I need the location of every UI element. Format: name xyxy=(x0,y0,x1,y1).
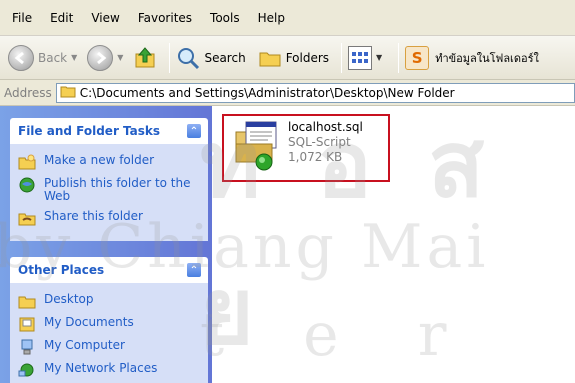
views-button[interactable]: ▼ xyxy=(348,42,386,74)
file-type: SQL-Script xyxy=(288,135,351,149)
place-my-computer[interactable]: My Computer xyxy=(18,339,200,355)
search-icon xyxy=(176,46,200,70)
file-folder-tasks-body: Make a new folder Publish this folder to… xyxy=(10,144,208,241)
task-label: Make a new folder xyxy=(44,153,155,167)
other-places-body: Desktop My Documents My Computer My Netw… xyxy=(10,283,208,383)
place-desktop[interactable]: Desktop xyxy=(18,293,200,309)
forward-dropdown-icon[interactable]: ▼ xyxy=(117,53,123,62)
task-publish-web[interactable]: Publish this folder to the Web xyxy=(18,177,200,203)
menu-view[interactable]: View xyxy=(83,11,129,25)
my-computer-icon xyxy=(18,339,36,355)
place-label: Desktop xyxy=(44,292,94,306)
folders-label: Folders xyxy=(285,50,330,65)
back-arrow-icon xyxy=(8,44,34,71)
folders-button[interactable]: Folders xyxy=(258,42,329,74)
collapse-icon[interactable]: ⌃ xyxy=(186,262,202,278)
other-places-panel: Other Places ⌃ Desktop My Documents My C… xyxy=(10,257,208,383)
folders-icon xyxy=(258,46,282,70)
address-bar: Address C:\Documents and Settings\Admini… xyxy=(0,80,575,106)
menu-favorites[interactable]: Favorites xyxy=(130,11,202,25)
up-folder-button[interactable] xyxy=(133,42,157,74)
menu-edit[interactable]: Edit xyxy=(42,11,83,25)
file-folder-tasks-header[interactable]: File and Folder Tasks ⌃ xyxy=(10,118,208,144)
new-folder-icon xyxy=(18,154,36,170)
task-pane: File and Folder Tasks ⌃ Make a new folde… xyxy=(0,106,212,383)
address-label: Address xyxy=(4,85,52,100)
back-button[interactable]: Back ▼ xyxy=(8,42,81,74)
network-places-icon xyxy=(18,362,36,378)
search-button[interactable]: Search xyxy=(176,42,246,74)
back-dropdown-icon[interactable]: ▼ xyxy=(71,53,77,62)
up-folder-icon xyxy=(133,46,157,70)
address-folder-icon xyxy=(60,84,76,101)
share-folder-icon xyxy=(18,210,36,226)
place-label: My Network Places xyxy=(44,361,158,375)
other-places-header[interactable]: Other Places ⌃ xyxy=(10,257,208,283)
menu-help[interactable]: Help xyxy=(250,11,295,25)
place-label: My Computer xyxy=(44,338,125,352)
menu-bar: File Edit View Favorites Tools Help xyxy=(0,0,575,36)
menu-file[interactable]: File xyxy=(4,11,42,25)
task-label: Share this folder xyxy=(44,209,143,223)
task-make-new-folder[interactable]: Make a new folder xyxy=(18,154,200,170)
views-dropdown-icon[interactable]: ▼ xyxy=(376,53,382,62)
place-my-documents[interactable]: My Documents xyxy=(18,316,200,332)
collapse-icon[interactable]: ⌃ xyxy=(186,123,202,139)
file-size: 1,072 KB xyxy=(288,150,343,164)
other-places-title: Other Places xyxy=(18,263,105,277)
place-label: My Documents xyxy=(44,315,134,329)
address-input[interactable]: C:\Documents and Settings\Administrator\… xyxy=(55,82,575,103)
file-folder-tasks-title: File and Folder Tasks xyxy=(18,124,161,138)
file-folder-tasks-panel: File and Folder Tasks ⌃ Make a new folde… xyxy=(10,118,208,241)
address-path: C:\Documents and Settings\Administrator\… xyxy=(79,85,455,100)
forward-arrow-icon xyxy=(87,44,114,71)
s-app-icon: S xyxy=(405,45,430,70)
task-label: Publish this folder to the Web xyxy=(44,176,191,203)
toolbar-separator-3 xyxy=(398,42,400,73)
forward-button[interactable]: ▼ xyxy=(87,42,127,74)
publish-web-icon xyxy=(18,177,36,193)
toolbar-separator-2 xyxy=(341,42,343,73)
file-item-localhost-sql[interactable]: localhost.sql SQL-Script 1,072 KB xyxy=(222,114,390,182)
thai-extra-button[interactable]: S ทำข้อมูลในโฟลเดอร์ใ xyxy=(405,42,539,74)
menu-tools[interactable]: Tools xyxy=(202,11,250,25)
task-share-folder[interactable]: Share this folder xyxy=(18,210,200,226)
thai-extra-label: ทำข้อมูลในโฟลเดอร์ใ xyxy=(435,51,539,65)
views-icon xyxy=(348,45,373,70)
file-list-area[interactable]: localhost.sql SQL-Script 1,072 KB xyxy=(212,106,575,383)
back-label: Back xyxy=(38,50,68,65)
toolbar-separator xyxy=(169,42,171,73)
file-meta: localhost.sql SQL-Script 1,072 KB xyxy=(288,120,363,165)
toolbar: Back ▼ ▼ Search Folders ▼ S ทำข้อมูลในโฟ… xyxy=(0,36,575,80)
file-name: localhost.sql xyxy=(288,120,363,134)
sql-script-icon xyxy=(232,120,282,172)
place-network[interactable]: My Network Places xyxy=(18,362,200,378)
my-documents-icon xyxy=(18,316,36,332)
search-label: Search xyxy=(204,50,246,65)
desktop-folder-icon xyxy=(18,293,36,309)
